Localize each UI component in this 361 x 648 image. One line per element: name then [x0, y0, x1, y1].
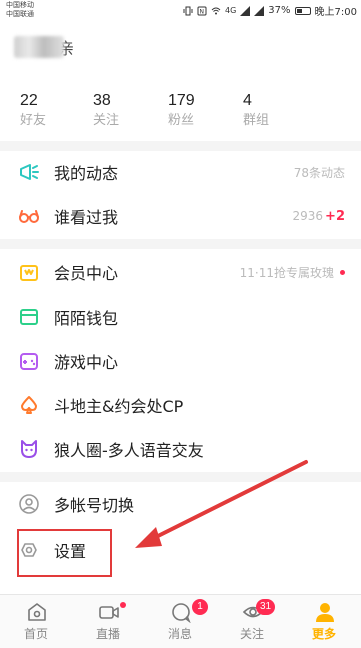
visitors-count-text: 2936: [292, 209, 324, 223]
wallet-icon: [20, 309, 38, 325]
tab-home[interactable]: 首页: [0, 595, 72, 648]
menu-landlord[interactable]: 斗地主&约会处CP: [0, 383, 361, 427]
stat-friends-label: 好友: [20, 113, 47, 128]
network-type: 4G: [225, 6, 237, 15]
blurred-name: [14, 36, 64, 58]
menu-my-feed-label: 我的动态: [54, 164, 119, 183]
tab-live-dot-badge: [120, 602, 126, 608]
stat-fans[interactable]: 179 粉丝: [168, 91, 195, 131]
menu-vip-center-promo: 11·11抢专属玫瑰: [240, 264, 345, 281]
section-divider: [0, 239, 361, 249]
stat-following-label: 关注: [93, 113, 120, 128]
tab-home-label: 首页: [23, 627, 48, 641]
nfc-icon: N: [197, 6, 207, 15]
stat-following-value: 38: [93, 92, 111, 109]
stat-fans-value: 179: [168, 92, 195, 109]
spade-icon: [21, 396, 37, 414]
stat-groups-value: 4: [243, 92, 252, 109]
menu-game-center-label: 游戏中心: [54, 353, 119, 372]
home-icon: [28, 603, 46, 621]
menu-visitors[interactable]: 谁看过我 2936 +2: [0, 194, 361, 238]
wifi-icon: [211, 7, 221, 14]
tab-live[interactable]: 直播: [72, 595, 144, 648]
profile-stats: 22 好友 38 关注 179 粉丝 4 群组: [0, 91, 361, 135]
vip-promo-text: 11·11抢专属玫瑰: [239, 265, 334, 280]
menu-wallet[interactable]: 陌陌钱包: [0, 295, 361, 339]
tab-messages-badge: 1: [192, 599, 208, 615]
tab-messages-label: 消息: [167, 627, 192, 641]
menu-werewolf[interactable]: 狼人圈-多人语音交友: [0, 427, 361, 471]
stat-friends[interactable]: 22 好友: [20, 91, 46, 131]
menu-visitors-label: 谁看过我: [54, 208, 119, 227]
carrier-2: 中国联通: [6, 10, 34, 18]
wolf-icon: [21, 440, 37, 458]
gamepad-icon: [20, 353, 38, 370]
megaphone-icon: [20, 164, 39, 180]
crown-icon: [20, 265, 38, 281]
my-feed-count-text: 78条动态: [293, 165, 345, 180]
stat-friends-value: 22: [20, 92, 38, 109]
message-icon: [172, 603, 191, 623]
carrier-1: 中国移动: [6, 1, 34, 9]
signal-icon-2: [254, 5, 265, 16]
status-icons: N 4G 37% 晚上7:00: [183, 3, 357, 18]
carrier-info: 中国移动 中国联通: [6, 1, 34, 19]
tab-live-label: 直播: [95, 627, 120, 641]
signal-icon: [240, 5, 251, 16]
section-divider: [0, 472, 361, 482]
status-time: 晚上7:00: [314, 7, 357, 18]
vip-red-dot: [340, 269, 345, 275]
battery-percent: 37%: [268, 5, 291, 16]
tab-following[interactable]: 31 关注: [216, 595, 288, 648]
menu-game-center[interactable]: 游戏中心: [0, 339, 361, 383]
tab-more[interactable]: 更多: [288, 595, 360, 648]
menu-vip-center[interactable]: 会员中心 11·11抢专属玫瑰: [0, 250, 361, 294]
profile-name[interactable]: 亲: [14, 34, 74, 60]
tab-more-label: 更多: [311, 627, 336, 641]
person-icon: [316, 603, 334, 622]
menu-werewolf-label: 狼人圈-多人语音交友: [54, 441, 204, 460]
bottom-tab-bar: 首页 直播 1 消息 31 关注 更多: [0, 594, 361, 648]
svg-text:N: N: [200, 8, 205, 15]
vibrate-icon: [183, 6, 193, 15]
menu-landlord-label: 斗地主&约会处CP: [54, 397, 184, 416]
stat-groups-label: 群组: [243, 113, 270, 128]
status-bar: 中国移动 中国联通 N 4G 37% 晚上7:00: [0, 0, 361, 20]
glasses-icon: [19, 210, 39, 223]
battery-icon: [294, 6, 311, 15]
menu-my-feed-count: 78条动态: [294, 164, 345, 181]
menu-switch-account-label: 多帐号切换: [54, 496, 135, 515]
stat-groups[interactable]: 4 群组: [243, 91, 269, 131]
menu-wallet-label: 陌陌钱包: [54, 309, 119, 328]
tab-following-label: 关注: [239, 627, 264, 641]
annotation-highlight-box: [17, 529, 112, 577]
tab-messages[interactable]: 1 消息: [144, 595, 216, 648]
tab-following-badge: 31: [256, 599, 276, 615]
stat-fans-label: 粉丝: [168, 113, 195, 128]
menu-vip-center-label: 会员中心: [54, 264, 119, 283]
menu-visitors-count: 2936 +2: [293, 209, 346, 224]
menu-my-feed[interactable]: 我的动态 78条动态: [0, 150, 361, 194]
visitors-new-count: +2: [325, 208, 345, 224]
stat-following[interactable]: 38 关注: [93, 91, 119, 131]
account-switch-icon: [19, 494, 39, 514]
menu-switch-account[interactable]: 多帐号切换: [0, 482, 361, 526]
video-icon: [99, 606, 119, 619]
